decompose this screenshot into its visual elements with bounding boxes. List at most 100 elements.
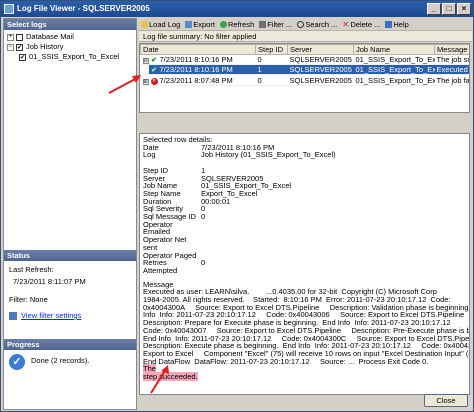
cell-message: Executed as user: LEARN\silva. Microsoft… — [434, 64, 469, 75]
cell-step-id: 0 — [255, 74, 288, 86]
detail-key: Retries Attempted — [143, 258, 178, 275]
success-check-icon: ✔ — [151, 67, 157, 74]
tool-label: Load Log — [149, 19, 181, 29]
status-heading: Status — [4, 250, 136, 261]
detail-key: Operator Net sent — [143, 235, 187, 252]
filter-button[interactable]: Filter ... — [257, 18, 294, 30]
tree-item-job-history[interactable]: − ✔ Job History — [7, 42, 133, 52]
detail-field: Operator Paged — [143, 251, 466, 260]
error-icon: ✕ — [150, 78, 158, 85]
detail-value: 00:00:01 — [201, 196, 231, 206]
detail-key: Log — [143, 150, 156, 160]
cell-date: 7/23/2011 8:10:16 PM — [157, 54, 256, 65]
log-tree: + Database Mail − ✔ Job History ✔ 01_SSI… — [4, 30, 136, 250]
search-icon — [297, 20, 305, 28]
cell-step-id: 0 — [255, 54, 288, 65]
refresh-button[interactable]: Refresh — [218, 18, 256, 30]
tool-label: Delete ... — [350, 19, 381, 29]
lead-cell — [140, 64, 149, 75]
detail-field: Log Job History (01_SSIS_Export_To_Excel) — [143, 151, 466, 159]
highlight-step-succeeded: step succeeded. — [143, 372, 198, 382]
row-details-panel[interactable]: Selected row details: Date 7/23/2011 8:10… — [139, 133, 470, 395]
delete-button[interactable]: ✕ Delete ... — [340, 18, 382, 30]
export-button[interactable]: Export — [183, 18, 217, 30]
cell-job-name: 01_SSIS_Export_To_Excel — [353, 64, 435, 75]
tool-label: Help — [393, 19, 409, 29]
expand-icon[interactable]: + — [7, 33, 14, 41]
progress-text: Done (2 records). — [31, 356, 90, 365]
cell-date: 7/23/2011 8:10:16 PM — [157, 64, 256, 75]
filter-settings-icon — [9, 312, 17, 320]
export-icon — [185, 20, 193, 28]
log-file-viewer-window: Log File Viewer - SQLSERVER2005 _ □ × Se… — [0, 0, 474, 412]
tree-item-database-mail[interactable]: + Database Mail — [7, 32, 133, 42]
right-panel: Load Log Export Refresh Filter ... Searc… — [139, 18, 472, 410]
collapse-row-icon[interactable]: ⊟ — [142, 58, 149, 64]
cell-job-name: 01_SSIS_Export_To_Excel — [353, 54, 435, 65]
help-icon — [385, 20, 393, 28]
success-check-icon: ✔ — [151, 57, 157, 64]
detail-field: Job Name 01_SSIS_Export_To_Excel — [143, 182, 466, 190]
detail-field: Step Name Export_To_Excel — [143, 190, 466, 198]
last-refresh-label: Last Refresh: — [9, 265, 54, 274]
table-row[interactable]: ⊞ ✕ 7/23/2011 8:07:48 PM 0 SQLSERVER2005… — [140, 74, 469, 86]
cell-step-id: 1 — [255, 64, 288, 75]
cell-job-name: 01_SSIS_Export_To_Excel — [353, 74, 435, 86]
window-title: Log File Viewer - SQLSERVER2005 — [17, 4, 150, 13]
progress-heading: Progress — [4, 339, 136, 350]
column-header-job-name[interactable]: Job Name — [353, 44, 435, 55]
tool-label: Refresh — [227, 19, 255, 29]
tree-label: Database Mail — [26, 32, 74, 41]
table-row-selected[interactable]: ✔ 7/23/2011 8:10:16 PM 1 SQLSERVER2005 0… — [140, 64, 469, 75]
detail-value: 0 — [201, 258, 206, 268]
checkbox-database-mail[interactable] — [16, 33, 23, 41]
log-grid[interactable]: Date Step ID Server Job Name Message ⊟ ✔… — [139, 43, 470, 113]
expand-row-icon[interactable]: ⊞ — [142, 78, 149, 85]
table-row[interactable]: ⊟ ✔ 7/23/2011 8:10:16 PM 0 SQLSERVER2005… — [140, 54, 469, 65]
tree-item-job[interactable]: ✔ 01_SSIS_Export_To_Excel — [7, 52, 133, 62]
collapse-icon[interactable]: − — [7, 43, 14, 51]
checkbox-job[interactable]: ✔ — [19, 53, 26, 61]
tree-label: 01_SSIS_Export_To_Excel — [29, 52, 120, 61]
column-header-message[interactable]: Message — [434, 44, 469, 55]
cell-date: 7/23/2011 8:07:48 PM — [157, 74, 256, 86]
tool-label: Search ... — [305, 19, 338, 29]
maximize-button[interactable]: □ — [442, 3, 456, 15]
folder-icon — [141, 20, 148, 28]
detail-field: Sql Message ID 0 — [143, 213, 466, 221]
minimize-button[interactable]: _ — [427, 3, 441, 15]
cell-message: The job succeeded. The Job was invoked b… — [434, 54, 469, 65]
search-button[interactable]: Search ... — [295, 18, 339, 30]
close-button[interactable]: Close — [424, 394, 468, 407]
toolbar: Load Log Export Refresh Filter ... Searc… — [139, 18, 472, 31]
column-header-server[interactable]: Server — [287, 44, 354, 55]
cell-server: SQLSERVER2005 — [287, 74, 354, 86]
filter-status: Filter: None — [9, 295, 48, 304]
refresh-icon — [219, 20, 227, 28]
detail-value: Job History (01_SSIS_Export_To_Excel) — [201, 150, 336, 160]
help-button[interactable]: Help — [383, 18, 410, 30]
detail-field: Operator Emailed — [143, 220, 466, 236]
title-bar: Log File Viewer - SQLSERVER2005 _ □ × — [1, 1, 473, 17]
column-header-step-id[interactable]: Step ID — [255, 44, 288, 55]
load-log-button[interactable]: Load Log — [139, 18, 182, 30]
select-logs-heading: Select logs — [4, 19, 136, 30]
message-line: End DataFlow DataFlow: 2011-07-23 20:10:… — [143, 356, 429, 366]
log-summary: Log file summary: No filter applied — [139, 31, 472, 42]
detail-field: Retries Attempted 0 — [143, 258, 466, 275]
checkbox-job-history[interactable]: ✔ — [16, 43, 23, 51]
cell-server: SQLSERVER2005 — [287, 54, 354, 65]
detail-field: Server SQLSERVER2005 — [143, 174, 466, 183]
detail-field: Duration 00:00:01 — [143, 196, 466, 206]
done-check-icon: ✓ — [9, 354, 25, 370]
cell-message: The job failed. The Job was invoked by U… — [434, 74, 469, 86]
close-window-button[interactable]: × — [457, 3, 471, 15]
status-panel: Last Refresh: 7/23/2011 8:11:07 PM Filte… — [4, 261, 136, 339]
column-header-date[interactable]: Date — [140, 44, 256, 55]
view-filter-settings-link[interactable]: View filter settings — [21, 310, 81, 322]
tool-label: Filter ... — [267, 19, 293, 29]
app-icon — [4, 4, 14, 14]
delete-icon: ✕ — [342, 19, 350, 29]
filter-icon — [259, 20, 267, 28]
last-refresh-value: 7/23/2011 8:11:07 PM — [13, 277, 86, 286]
